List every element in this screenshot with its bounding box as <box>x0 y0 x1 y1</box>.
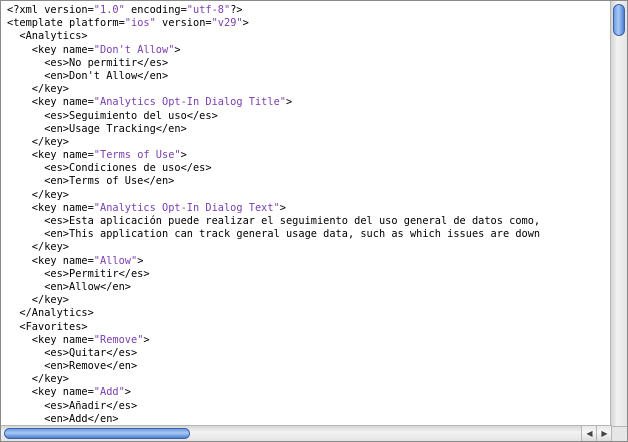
code-token: <es>Quitar</es> <box>7 346 138 359</box>
code-token: </key> <box>7 373 69 386</box>
code-token: <en>Usage Tracking</en> <box>7 122 187 135</box>
code-line: <Analytics> <box>7 30 612 43</box>
attribute-value: "Analytics Opt-In Dialog Title" <box>93 96 286 109</box>
attribute-value: "Remove" <box>93 333 144 346</box>
code-line: <key name="Analytics Opt-In Dialog Title… <box>7 96 612 109</box>
code-line: <es>No permitir</es> <box>7 57 612 70</box>
code-token: ?> <box>230 4 243 16</box>
code-line: <es>Esta aplicación puede realizar el se… <box>7 215 612 228</box>
code-token: <en>Terms of Use</en> <box>7 175 175 188</box>
code-token: <es>Permitir</es> <box>7 267 150 280</box>
code-token: <key name= <box>7 386 94 399</box>
scroll-right-arrow-icon[interactable]: ▶ <box>596 426 612 441</box>
vertical-scroll-thumb[interactable] <box>613 4 625 36</box>
code-line: </key> <box>7 294 612 307</box>
code-token: <?xml version= <box>7 4 94 16</box>
attribute-value: "Terms of Use" <box>93 149 181 162</box>
code-token: <es>Seguimiento del uso</es> <box>7 109 218 122</box>
code-token: </key> <box>7 294 69 307</box>
code-line: <es>Quitar</es> <box>7 347 612 360</box>
code-line: <en>Terms of Use</en> <box>7 175 612 188</box>
code-line: <key name="Terms of Use"> <box>7 149 612 162</box>
attribute-value: "Analytics Opt-In Dialog Text" <box>93 201 280 214</box>
code-token: <en>This application can track general u… <box>7 228 541 241</box>
scrollbar-corner <box>611 426 627 441</box>
code-token: <en>Add</en> <box>7 412 119 425</box>
code-token: <Favorites> <box>7 320 88 333</box>
code-token: <es>Condiciones de uso</es> <box>7 162 212 175</box>
code-token: > <box>124 386 131 399</box>
code-token: <key name= <box>7 201 94 214</box>
attribute-value: "Add" <box>93 386 125 399</box>
code-token: </key> <box>7 135 69 148</box>
code-line: <key name="Remove"> <box>7 334 612 347</box>
code-token: > <box>279 201 286 214</box>
code-line: <key name="Don't Allow"> <box>7 44 612 57</box>
code-line: <en>This application can track general u… <box>7 228 612 241</box>
attribute-value: "Don't Allow" <box>93 43 175 56</box>
code-token: <key name= <box>7 96 94 109</box>
code-line: </key> <box>7 189 612 202</box>
code-line: <en>Remove</en> <box>7 360 612 373</box>
code-line: <?xml version="1.0" encoding="utf-8"?> <box>7 4 612 17</box>
horizontal-scroll-thumb[interactable] <box>4 428 190 439</box>
code-token: > <box>174 43 181 56</box>
attribute-value: "ios" <box>124 17 156 30</box>
code-token: <es>No permitir</es> <box>7 56 169 69</box>
code-line: </key> <box>7 83 612 96</box>
code-line: </key> <box>7 241 612 254</box>
code-line: <es>Condiciones de uso</es> <box>7 162 612 175</box>
code-token: version= <box>155 17 212 30</box>
code-line: </key> <box>7 136 612 149</box>
code-token: </key> <box>7 83 69 96</box>
xml-viewer-window: <?xml version="1.0" encoding="utf-8"?> <t… <box>0 0 628 442</box>
code-line: <en>Don't Allow</en> <box>7 70 612 83</box>
code-token: <es>Añadir</es> <box>7 399 138 412</box>
code-token: > <box>285 96 293 109</box>
code-token: encoding= <box>124 4 187 16</box>
code-token: <template platform= <box>7 17 125 30</box>
code-line: <es>Permitir</es> <box>7 268 612 281</box>
code-token: <en>Remove</en> <box>7 360 138 373</box>
attribute-value: "utf-8" <box>186 4 231 16</box>
code-token: <key name= <box>7 333 94 346</box>
code-line: </Analytics> <box>7 307 612 320</box>
code-token: <key name= <box>7 254 94 267</box>
code-token: </key> <box>7 188 69 201</box>
scroll-left-arrow-icon[interactable]: ◀ <box>581 426 597 441</box>
code-token: <key name= <box>7 149 94 162</box>
attribute-value: "Allow" <box>93 254 138 267</box>
code-line: <key name="Allow"> <box>7 255 612 268</box>
code-token: <en>Don't Allow</en> <box>7 69 169 82</box>
attribute-value: "v29" <box>211 17 243 30</box>
horizontal-scrollbar[interactable]: ◀ ▶ <box>1 425 612 441</box>
code-token: > <box>180 149 187 162</box>
code-token: <Analytics> <box>7 30 88 43</box>
code-token: > <box>242 17 249 30</box>
code-token: </Analytics> <box>7 307 94 320</box>
code-line: <es>Seguimiento del uso</es> <box>7 110 612 123</box>
code-line: <en>Usage Tracking</en> <box>7 123 612 136</box>
code-line: <template platform="ios" version="v29"> <box>7 17 612 30</box>
code-token: <es>Esta aplicación puede realizar el se… <box>7 215 541 227</box>
attribute-value: "1.0" <box>93 4 125 16</box>
code-token: <key name= <box>7 43 94 56</box>
vertical-scrollbar[interactable] <box>610 1 627 427</box>
code-line: <en>Allow</en> <box>7 281 612 294</box>
code-token: <en>Allow</en> <box>7 280 131 293</box>
code-token: > <box>143 333 150 346</box>
xml-source-text[interactable]: <?xml version="1.0" encoding="utf-8"?> <t… <box>1 1 612 427</box>
code-line: <es>Añadir</es> <box>7 400 612 413</box>
code-token: > <box>137 254 144 267</box>
code-line: <key name="Add"> <box>7 386 612 399</box>
code-line: <key name="Analytics Opt-In Dialog Text"… <box>7 202 612 215</box>
code-line: <Favorites> <box>7 321 612 334</box>
code-line: </key> <box>7 373 612 386</box>
code-token: </key> <box>7 241 69 254</box>
